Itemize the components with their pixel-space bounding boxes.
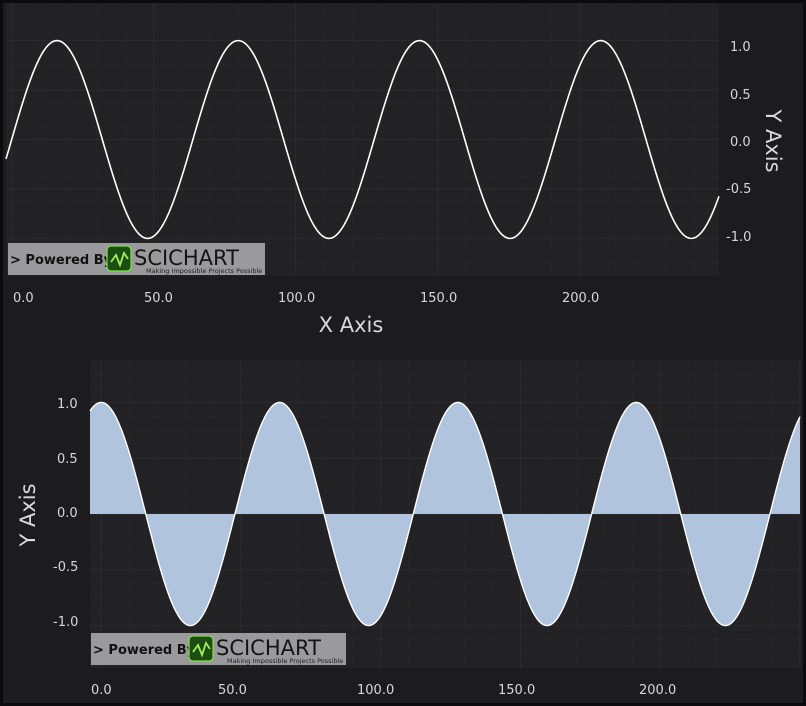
scichart-logo-icon [106, 245, 132, 272]
badge-tagline: Making Impossible Projects Possible [227, 657, 343, 665]
top-y-tick-label: 0.5 [730, 88, 751, 103]
bottom-y-tick-label: 1.0 [57, 397, 78, 412]
top-y-axis-title: Y Axis [761, 108, 785, 172]
bottom-x-tick-label: 150.0 [498, 683, 535, 698]
top-y-tick-label: 1.0 [730, 40, 751, 55]
chart-window: 0.0 50.0 100.0 150.0 200.0 1.0 0.5 0.0 -… [3, 3, 803, 703]
bottom-y-tick-label: 0.5 [57, 452, 78, 467]
top-x-tick-label: 200.0 [562, 291, 599, 306]
bottom-x-tick-label: 200.0 [639, 683, 676, 698]
top-x-tick-label: 50.0 [144, 291, 173, 306]
top-x-tick-label: 100.0 [278, 291, 315, 306]
bottom-y-tick-label: 0.0 [57, 506, 78, 521]
bottom-x-tick-label: 0.0 [91, 683, 112, 698]
bottom-y-axis-title: Y Axis [16, 483, 40, 547]
badge-powered-label: > Powered By [93, 643, 196, 658]
bottom-powered-by-badge[interactable]: > Powered By SCICHART Making Impossible … [91, 633, 346, 665]
chart-canvas: 0.0 50.0 100.0 150.0 200.0 1.0 0.5 0.0 -… [5, 3, 801, 698]
bottom-y-tick-label: -0.5 [53, 560, 78, 575]
badge-powered-label: > Powered By [10, 253, 113, 268]
badge-tagline: Making Impossible Projects Possible [146, 267, 262, 275]
scichart-logo-icon [188, 635, 214, 662]
top-x-tick-label: 0.0 [13, 291, 34, 306]
top-x-axis-title: X Axis [319, 313, 384, 337]
top-powered-by-badge[interactable]: > Powered By SCICHART Making Impossible … [8, 243, 265, 275]
top-y-tick-label: 0.0 [730, 135, 751, 150]
bottom-x-tick-label: 50.0 [218, 683, 247, 698]
bottom-x-tick-label: 100.0 [357, 683, 394, 698]
top-y-tick-label: -1.0 [726, 230, 751, 245]
top-x-tick-label: 150.0 [420, 291, 457, 306]
top-y-tick-label: -0.5 [726, 182, 751, 197]
bottom-chart: 0.0 50.0 100.0 150.0 200.0 1.0 0.5 0.0 -… [16, 360, 801, 698]
top-chart: 0.0 50.0 100.0 150.0 200.0 1.0 0.5 0.0 -… [5, 3, 785, 337]
bottom-y-tick-label: -1.0 [53, 615, 78, 630]
